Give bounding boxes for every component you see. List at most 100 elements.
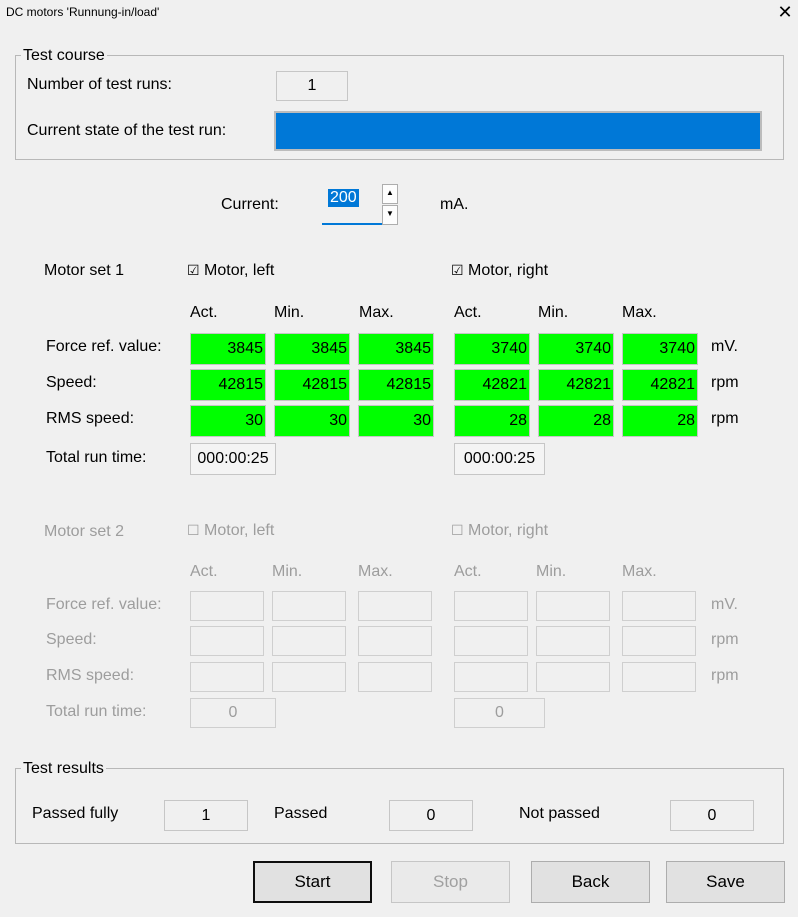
total-run-time-label: Total run time:: [46, 449, 147, 466]
total-run-time-left: 000:00:25: [190, 443, 276, 475]
row-unit: rpm: [711, 410, 739, 427]
value-cell: 42815: [190, 369, 266, 401]
value-cell: 42821: [454, 369, 530, 401]
value-cell: 28: [454, 405, 530, 437]
col-header: Act.: [190, 304, 218, 321]
test-results-legend: Test results: [21, 760, 106, 778]
window-title: DC motors 'Runnung-in/load': [6, 5, 160, 19]
passed-fully-label: Passed fully: [32, 805, 119, 822]
row-unit: rpm: [711, 631, 739, 648]
spin-down-icon[interactable]: ▼: [382, 205, 398, 225]
close-icon[interactable]: ✕: [772, 0, 798, 26]
passed-label: Passed: [274, 805, 328, 822]
value-cell: 28: [538, 405, 614, 437]
passed-fully-field: 1: [164, 800, 248, 831]
value-cell: [454, 626, 528, 656]
row-label-force: Force ref. value:: [46, 596, 162, 613]
state-label: Current state of the test run:: [27, 122, 227, 139]
col-header: Min.: [272, 563, 303, 580]
value-cell: 30: [190, 405, 266, 437]
row-label-speed: Speed:: [46, 631, 97, 648]
value-cell: 3845: [274, 333, 350, 365]
motor-set1-title: Motor set 1: [44, 262, 125, 279]
value-cell: 42821: [622, 369, 698, 401]
runs-label: Number of test runs:: [27, 76, 172, 93]
motor-set2-title: Motor set 2: [44, 523, 125, 540]
current-label: Current:: [221, 196, 279, 213]
not-passed-label: Not passed: [519, 805, 600, 822]
passed-field: 0: [389, 800, 473, 831]
total-run-time-right: 0: [454, 698, 545, 728]
set1-right-checkbox[interactable]: ☑ Motor, right: [451, 262, 548, 280]
not-passed-field: 0: [670, 800, 754, 831]
start-button[interactable]: Start: [253, 861, 372, 903]
set2-right-checkbox[interactable]: ☐ Motor, right: [451, 522, 548, 540]
value-cell: [536, 591, 610, 621]
value-cell: 42821: [538, 369, 614, 401]
col-header: Max.: [622, 563, 657, 580]
row-label-rms: RMS speed:: [46, 667, 135, 684]
set2-right-label: Motor, right: [468, 522, 549, 539]
col-header: Min.: [274, 304, 305, 321]
current-unit: mA.: [440, 196, 469, 213]
set1-right-label: Motor, right: [468, 262, 549, 279]
checkbox-checked-icon: ☑: [451, 262, 464, 278]
col-header: Act.: [190, 563, 218, 580]
save-button[interactable]: Save: [666, 861, 785, 903]
set1-left-checkbox[interactable]: ☑ Motor, left: [187, 262, 274, 280]
value-cell: 28: [622, 405, 698, 437]
col-header: Act.: [454, 304, 482, 321]
col-header: Max.: [622, 304, 657, 321]
value-cell: [454, 662, 528, 692]
checkbox-checked-icon: ☑: [187, 262, 200, 278]
value-cell: 30: [358, 405, 434, 437]
col-header: Act.: [454, 563, 482, 580]
col-header: Max.: [359, 304, 394, 321]
value-cell: 3740: [454, 333, 530, 365]
value-cell: [454, 591, 528, 621]
total-run-time-right: 000:00:25: [454, 443, 545, 475]
value-cell: 3740: [538, 333, 614, 365]
set1-left-label: Motor, left: [204, 262, 275, 279]
value-cell: [272, 591, 346, 621]
row-label-rms: RMS speed:: [46, 410, 135, 427]
row-unit: rpm: [711, 374, 739, 391]
row-unit: mV.: [711, 596, 738, 613]
value-cell: 3845: [190, 333, 266, 365]
value-cell: [622, 626, 696, 656]
progress-bar: [274, 111, 762, 151]
total-run-time-label: Total run time:: [46, 703, 147, 720]
stop-button[interactable]: Stop: [391, 861, 510, 903]
current-value: 200: [328, 189, 359, 207]
spin-up-icon[interactable]: ▲: [382, 184, 398, 204]
runs-field: 1: [276, 71, 348, 101]
value-cell: [358, 626, 432, 656]
row-unit: mV.: [711, 338, 738, 355]
value-cell: [622, 591, 696, 621]
value-cell: [358, 591, 432, 621]
row-label-speed: Speed:: [46, 374, 97, 391]
value-cell: [190, 662, 264, 692]
current-input[interactable]: 200: [322, 183, 382, 225]
value-cell: [536, 626, 610, 656]
value-cell: [190, 626, 264, 656]
value-cell: 42815: [358, 369, 434, 401]
total-run-time-left: 0: [190, 698, 276, 728]
value-cell: [358, 662, 432, 692]
value-cell: [536, 662, 610, 692]
checkbox-unchecked-icon: ☐: [451, 522, 464, 538]
set2-left-checkbox[interactable]: ☐ Motor, left: [187, 522, 274, 540]
row-unit: rpm: [711, 667, 739, 684]
progress-fill: [275, 112, 761, 150]
test-course-legend: Test course: [21, 47, 107, 65]
col-header: Min.: [538, 304, 569, 321]
row-label-force: Force ref. value:: [46, 338, 162, 355]
checkbox-unchecked-icon: ☐: [187, 522, 200, 538]
value-cell: [190, 591, 264, 621]
back-button[interactable]: Back: [531, 861, 650, 903]
col-header: Min.: [536, 563, 567, 580]
value-cell: 3845: [358, 333, 434, 365]
value-cell: 3740: [622, 333, 698, 365]
value-cell: 42815: [274, 369, 350, 401]
value-cell: [272, 626, 346, 656]
